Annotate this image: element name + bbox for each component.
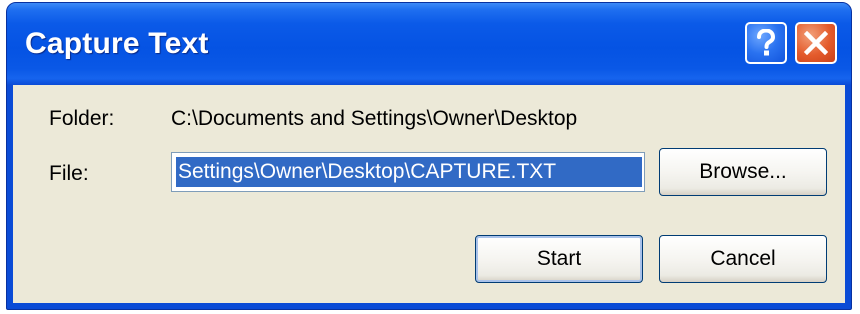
question-mark-icon [757,29,776,56]
window-title: Capture Text [25,27,209,60]
start-button[interactable]: Start [475,235,643,283]
file-name-selected-text: Settings\Owner\Desktop\CAPTURE.TXT [176,157,642,187]
close-x-icon [804,31,828,55]
cancel-button[interactable]: Cancel [659,235,827,283]
capture-text-dialog: Capture Text Folder: C:\Documents and Se… [6,2,852,310]
file-name-input[interactable]: Settings\Owner\Desktop\CAPTURE.TXT [171,152,645,192]
folder-label: Folder: [49,107,115,130]
dialog-body: Folder: C:\Documents and Settings\Owner\… [13,85,845,303]
close-button[interactable] [795,22,837,64]
folder-path: C:\Documents and Settings\Owner\Desktop [171,107,578,130]
browse-button[interactable]: Browse... [659,148,827,196]
help-button[interactable] [745,22,787,64]
file-label: File: [49,162,89,185]
title-bar[interactable]: Capture Text [7,3,851,85]
